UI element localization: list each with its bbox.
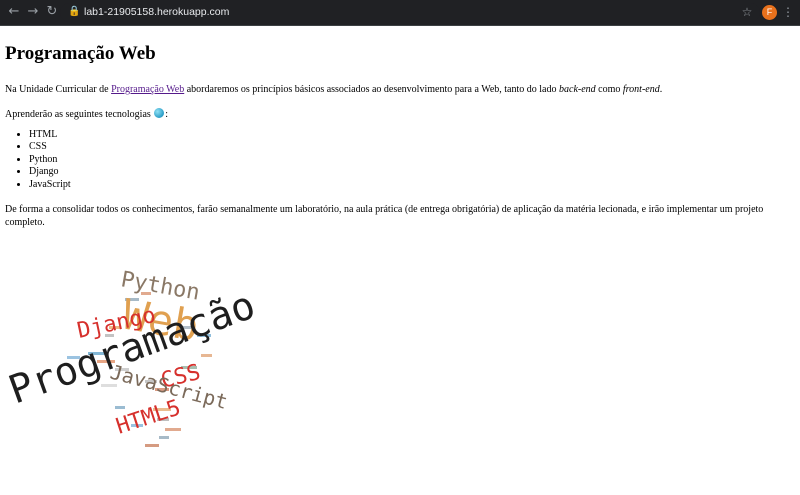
page-content: Programação Web Na Unidade Curricular de… [5, 26, 795, 447]
intro-text-end: . [659, 84, 663, 95]
address-bar[interactable]: 🔒 lab1-21905158.herokuapp.com [60, 3, 760, 22]
list-item: HTML [29, 129, 795, 141]
star-icon[interactable]: ☆ [740, 4, 754, 20]
technologies-intro-colon: : [165, 109, 169, 120]
url-text[interactable]: lab1-21905158.herokuapp.com [84, 5, 229, 20]
page-title: Programação Web [5, 43, 156, 64]
list-item: JavaScript [29, 179, 795, 191]
technologies-list: HTML CSS Python Django JavaScript [5, 129, 795, 191]
intro-text-start: Na Unidade Curricular de [5, 84, 112, 95]
backend-term: back-end [559, 84, 596, 95]
menu-icon[interactable]: ⋮ [782, 4, 794, 20]
word-cloud-image: Python Web Django Programação CSS JavaSc… [5, 267, 261, 447]
arrow-left-icon[interactable]: ← [6, 4, 22, 20]
list-item: Python [29, 154, 795, 166]
word-html5: HTML5 [113, 395, 184, 439]
intro-text-middle: abordaremos os princípios básicos associ… [184, 84, 559, 95]
list-item: Django [29, 166, 795, 178]
globe-icon [154, 108, 165, 118]
reload-icon[interactable]: ↻ [44, 4, 60, 20]
closing-paragraph: De forma a consolidar todos os conhecime… [5, 204, 764, 229]
intro-paragraph: Na Unidade Curricular de Programação Web… [5, 83, 795, 96]
intro-text-between: como [595, 84, 623, 95]
technologies-intro: Aprenderão as seguintes tecnologias : [5, 108, 795, 121]
browser-toolbar: ← → ↻ 🔒 lab1-21905158.herokuapp.com ☆ F … [0, 0, 800, 26]
course-link[interactable]: Programação Web [111, 84, 184, 95]
profile-avatar[interactable]: F [762, 5, 777, 20]
technologies-intro-text: Aprenderão as seguintes tecnologias [5, 109, 154, 120]
lock-icon: 🔒 [68, 6, 81, 17]
list-item: CSS [29, 141, 795, 153]
frontend-term: front-end [622, 84, 660, 95]
arrow-right-icon[interactable]: → [25, 4, 41, 20]
